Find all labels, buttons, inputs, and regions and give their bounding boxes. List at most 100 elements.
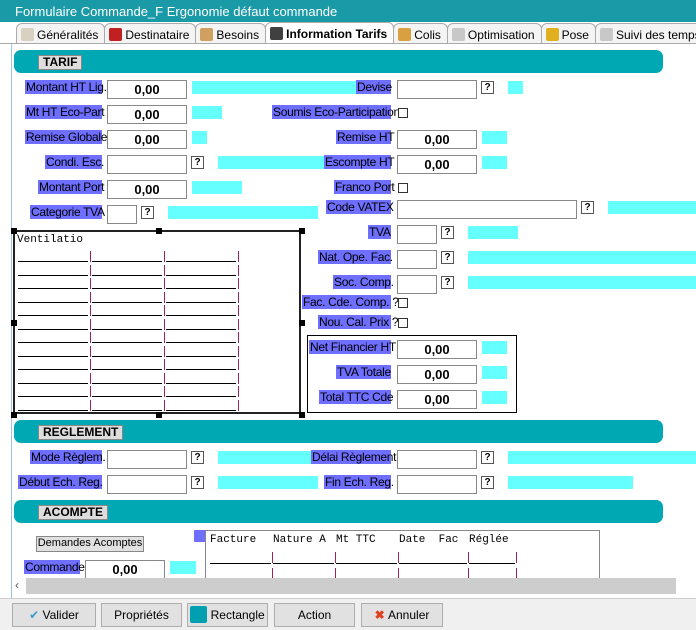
montant-ht-lig-label: Montant HT Lig.	[25, 80, 107, 94]
montant-port-label: Montant Port	[38, 180, 105, 194]
ventilation-row[interactable]	[18, 276, 240, 289]
categorie-tva-input[interactable]	[107, 205, 137, 224]
debut-help-button[interactable]: ?	[191, 476, 204, 489]
mode-input[interactable]	[107, 450, 187, 469]
ventilation-row[interactable]	[18, 344, 240, 357]
clock-icon	[599, 28, 613, 41]
ventilation-row[interactable]	[18, 384, 240, 397]
resize-handle[interactable]	[299, 228, 305, 234]
tab-colis[interactable]: Colis	[393, 23, 448, 43]
franco-port-checkbox[interactable]	[398, 183, 408, 193]
mode-label: Mode Règlem.	[30, 450, 106, 464]
resize-handle[interactable]	[156, 412, 162, 418]
code-vatex-help-button[interactable]: ?	[581, 201, 594, 214]
nat-ope-help-button[interactable]: ?	[441, 251, 454, 264]
fin-input[interactable]	[397, 475, 477, 494]
mode-help-button[interactable]: ?	[191, 451, 204, 464]
tab-information-tarifs[interactable]: Information Tarifs	[265, 22, 395, 43]
ventilation-row[interactable]	[18, 357, 240, 370]
categorie-tva-help-button[interactable]: ?	[141, 206, 154, 219]
mt-ht-eco-input[interactable]: 0,00	[107, 105, 187, 124]
devise-label: Devise	[356, 80, 392, 94]
package-icon	[398, 28, 412, 41]
code-vatex-label: Code VATEX	[326, 200, 394, 214]
tva-label: TVA	[368, 225, 391, 239]
window-title: Formulaire Commande_F Ergonomie défaut c…	[0, 0, 696, 22]
ventilation-table[interactable]: Ventilatio	[11, 228, 305, 418]
ventilation-row[interactable]	[18, 290, 240, 303]
code-vatex-input[interactable]	[397, 200, 577, 219]
check-icon: ✔	[29, 608, 43, 622]
tab-besoins[interactable]: Besoins	[195, 23, 267, 43]
acompte-table[interactable]: Facture Nature A Mt TTC Date Fac Réglée	[205, 530, 600, 580]
rectangle-icon	[190, 606, 208, 623]
soumis-eco-checkbox[interactable]	[398, 108, 408, 118]
ventilation-row[interactable]	[18, 249, 240, 262]
tva-input[interactable]	[397, 225, 437, 244]
soc-comp-help-button[interactable]: ?	[441, 276, 454, 289]
demandes-acomptes-button[interactable]: Demandes Acomptes	[36, 536, 144, 552]
reglement-section-button[interactable]: REGLEMENT	[38, 425, 124, 440]
categorie-tva-label: Categorie TVA	[30, 205, 105, 219]
section-acompte: ACOMPTE	[14, 500, 663, 523]
tab-pose[interactable]: Pose	[540, 23, 596, 43]
scrollbar-thumb[interactable]	[26, 578, 676, 594]
devise-input[interactable]	[397, 80, 477, 99]
tab-bar: Généralités Destinataire Besoins Informatio…	[0, 22, 696, 44]
rectangle-button[interactable]: Rectangle	[187, 603, 268, 627]
tab-g-n-ralit-s[interactable]: Généralités	[16, 23, 106, 43]
tab-suivi-des-temps[interactable]: Suivi des temps	[594, 23, 696, 43]
montant-ht-lig-input[interactable]: 0,00	[107, 80, 187, 99]
close-icon: ✖	[374, 608, 388, 622]
remise-globale-input[interactable]: 0,00	[107, 130, 187, 149]
devise-help-button[interactable]: ?	[481, 81, 494, 94]
acompte-table-marker	[194, 530, 205, 542]
condi-esc-help-button[interactable]: ?	[191, 156, 204, 169]
fin-help-button[interactable]: ?	[481, 476, 494, 489]
debut-label: Début Ech. Reg.	[18, 475, 103, 489]
resize-handle[interactable]	[156, 228, 162, 234]
resize-handle[interactable]	[11, 320, 17, 326]
tva-help-button[interactable]: ?	[441, 226, 454, 239]
annuler-button[interactable]: ✖ Annuler	[361, 603, 443, 627]
tarif-section-button[interactable]: TARIF	[38, 55, 83, 70]
acompte-section-button[interactable]: ACOMPTE	[38, 505, 108, 520]
remise-ht-highlight	[482, 131, 507, 144]
delai-help-button[interactable]: ?	[481, 451, 494, 464]
valider-button[interactable]: ✔ Valider	[12, 603, 96, 627]
ventilation-row[interactable]	[18, 317, 240, 330]
ventilation-row[interactable]	[18, 263, 240, 276]
ventilation-row[interactable]	[18, 398, 240, 411]
commande-highlight	[170, 561, 196, 574]
ventilation-row[interactable]	[18, 330, 240, 343]
escompte-ht-input[interactable]: 0,00	[397, 155, 477, 174]
resize-handle[interactable]	[299, 412, 305, 418]
scroll-left-icon[interactable]: ‹	[15, 578, 19, 592]
debut-input[interactable]	[107, 475, 187, 494]
nou-cal-prix-checkbox[interactable]	[398, 318, 408, 328]
table-row[interactable]	[210, 550, 599, 564]
montant-port-input[interactable]: 0,00	[107, 180, 187, 199]
commande-input[interactable]: 0,00	[85, 560, 165, 579]
ventilation-row[interactable]	[18, 303, 240, 316]
fac-cde-comp-checkbox[interactable]	[398, 298, 408, 308]
delai-label: Délai Règlement	[311, 450, 397, 464]
truck-icon	[109, 28, 123, 41]
nat-ope-input[interactable]	[397, 250, 437, 269]
action-button[interactable]: Action	[274, 603, 355, 627]
column-header: Mt TTC	[336, 534, 376, 546]
resize-handle[interactable]	[11, 228, 17, 234]
section-tarif: TARIF	[14, 50, 663, 73]
delai-input[interactable]	[397, 450, 477, 469]
resize-handle[interactable]	[299, 320, 305, 326]
tab-optimisation[interactable]: Optimisation	[446, 23, 542, 43]
proprietes-button[interactable]: Propriétés	[101, 603, 182, 627]
condi-esc-input[interactable]	[107, 155, 187, 174]
ventilation-row[interactable]	[18, 371, 240, 384]
soc-comp-input[interactable]	[397, 275, 437, 294]
mode-highlight	[218, 451, 318, 464]
tab-destinataire[interactable]: Destinataire	[104, 23, 197, 43]
column-header: Nature A	[273, 534, 326, 546]
remise-ht-input[interactable]: 0,00	[397, 130, 477, 149]
resize-handle[interactable]	[11, 412, 17, 418]
